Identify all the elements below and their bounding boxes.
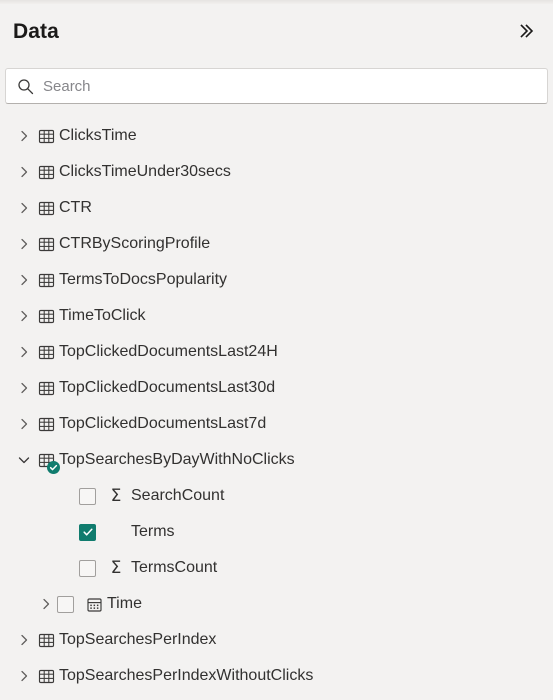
table-name-label: TopSearchesPerIndex <box>59 631 217 648</box>
tree-item-field[interactable]: Time <box>0 586 553 622</box>
tree-item-table[interactable]: TopClickedDocumentsLast7d <box>0 406 553 442</box>
tree-item-table[interactable]: CTRByScoringProfile <box>0 226 553 262</box>
tree-item-table[interactable]: TermsToDocsPopularity <box>0 262 553 298</box>
tree-item-table[interactable]: TopClickedDocumentsLast24H <box>0 334 553 370</box>
chevron-right-icon[interactable] <box>13 118 35 154</box>
table-name-label: CTR <box>59 199 92 216</box>
data-tree[interactable]: ClicksTime ClicksTimeUnder30secs CTR CTRByS… <box>0 118 553 700</box>
table-icon <box>35 190 57 226</box>
double-chevron-right-icon[interactable] <box>511 16 541 46</box>
table-name-label: ClicksTimeUnder30secs <box>59 163 231 180</box>
panel-header: Data <box>0 10 553 52</box>
chevron-right-icon[interactable] <box>13 298 35 334</box>
tree-item-table[interactable]: TopClickedDocumentsLast30d <box>0 370 553 406</box>
table-icon <box>35 658 57 694</box>
table-icon <box>35 442 60 478</box>
table-icon <box>35 262 57 298</box>
chevron-down-icon[interactable] <box>13 442 35 478</box>
chevron-right-icon[interactable] <box>13 622 35 658</box>
chevron-right-icon[interactable] <box>13 154 35 190</box>
table-name-label: TimeToClick <box>59 307 146 324</box>
table-name-label: TermsToDocsPopularity <box>59 271 228 288</box>
field-name-label: Time <box>107 595 142 612</box>
chevron-right-icon[interactable] <box>13 658 35 694</box>
table-name-label: CTRByScoringProfile <box>59 235 211 252</box>
table-icon <box>35 622 57 658</box>
chevron-right-icon[interactable] <box>35 586 57 622</box>
chevron-right-icon[interactable] <box>13 226 35 262</box>
field-checkbox-checked[interactable] <box>79 523 96 541</box>
field-checkbox[interactable] <box>79 559 96 577</box>
table-icon <box>35 406 57 442</box>
table-icon <box>35 298 57 334</box>
table-name-label: TopClickedDocumentsLast7d <box>59 415 267 432</box>
table-icon <box>35 154 57 190</box>
table-name-label: TopSearchesPerIndexWithoutClicks <box>59 667 314 684</box>
table-icon <box>35 334 57 370</box>
table-name-label: TopSearchesByDayWithNoClicks <box>59 451 295 468</box>
panel-top-edge <box>0 0 553 4</box>
sigma-icon: Σ <box>110 485 122 506</box>
sigma-icon: Σ <box>110 557 122 578</box>
chevron-right-icon[interactable] <box>13 262 35 298</box>
calendar-icon <box>83 586 105 622</box>
tree-item-table[interactable]: TimeToClick <box>0 298 553 334</box>
chevron-right-icon[interactable] <box>13 406 35 442</box>
tree-item-table[interactable]: ClicksTime <box>0 118 553 154</box>
chevron-right-icon[interactable] <box>13 334 35 370</box>
field-checkbox[interactable] <box>57 595 74 613</box>
tree-item-table[interactable]: ClicksTimeUnder30secs <box>0 154 553 190</box>
data-pane: Data ClicksTimeClicksTimeUnder30secsCTRC… <box>0 0 553 700</box>
table-icon <box>35 370 57 406</box>
tree-item-table[interactable]: TopSearchesPerIndex <box>0 622 553 658</box>
tree-item-field[interactable]: ΣTerms <box>0 514 553 550</box>
check-circle-badge <box>47 461 60 474</box>
table-icon <box>35 226 57 262</box>
tree-item-table[interactable]: CTR <box>0 190 553 226</box>
search-input[interactable] <box>43 69 547 103</box>
chevron-right-icon[interactable] <box>13 370 35 406</box>
table-name-label: TopClickedDocumentsLast24H <box>59 343 278 360</box>
chevron-right-icon[interactable] <box>13 190 35 226</box>
field-name-label: SearchCount <box>131 487 225 504</box>
field-name-label: Terms <box>131 523 175 540</box>
tree-item-table[interactable]: TopSearchesByDayWithNoClicks <box>0 442 553 478</box>
table-name-label: TopClickedDocumentsLast30d <box>59 379 276 396</box>
tree-item-field[interactable]: Σ SearchCount <box>0 478 553 514</box>
tree-item-table[interactable]: TopSearchesPerIndexWithoutClicks <box>0 658 553 694</box>
tree-item-field[interactable]: Σ TermsCount <box>0 550 553 586</box>
table-name-label: ClicksTime <box>59 127 137 144</box>
table-icon <box>35 118 57 154</box>
field-checkbox[interactable] <box>79 487 96 505</box>
field-name-label: TermsCount <box>131 559 218 576</box>
search-box[interactable] <box>5 68 548 104</box>
page-title: Data <box>13 19 59 43</box>
search-icon <box>16 77 34 95</box>
icon-placeholder: Σ <box>105 524 127 541</box>
